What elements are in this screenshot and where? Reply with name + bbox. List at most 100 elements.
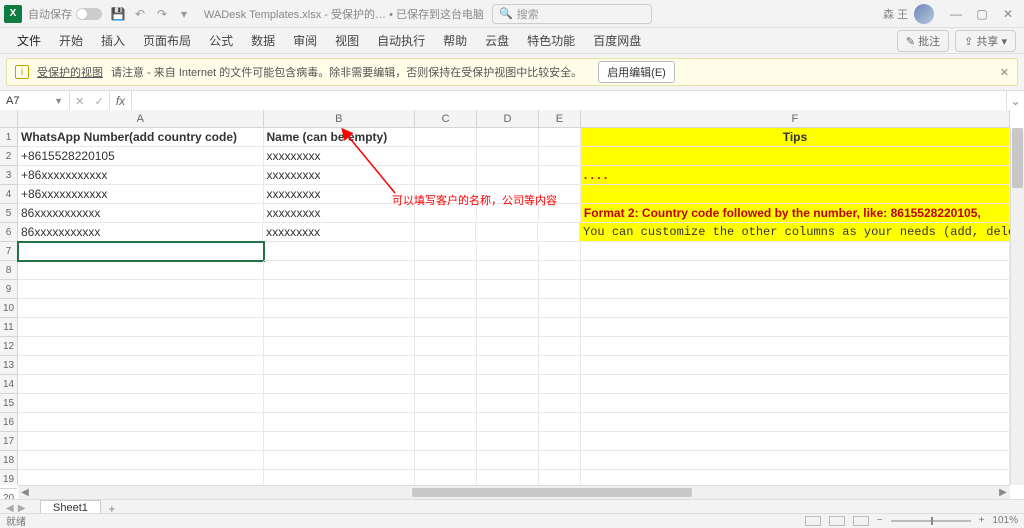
- cell-D1[interactable]: [477, 128, 539, 147]
- search-box[interactable]: 🔍 搜索: [492, 4, 652, 24]
- cell-B6[interactable]: xxxxxxxxx: [263, 223, 414, 242]
- cell[interactable]: [18, 299, 264, 318]
- cell[interactable]: [477, 318, 539, 337]
- tab-home[interactable]: 开始: [50, 28, 92, 54]
- col-header-C[interactable]: C: [415, 110, 477, 127]
- cell[interactable]: [477, 147, 539, 166]
- cell[interactable]: [539, 166, 581, 185]
- cell[interactable]: [581, 242, 1010, 261]
- cell[interactable]: [264, 394, 416, 413]
- cell[interactable]: [477, 375, 539, 394]
- cell[interactable]: [18, 318, 264, 337]
- row-header[interactable]: 12: [0, 337, 17, 356]
- tab-page-layout[interactable]: 页面布局: [134, 28, 200, 54]
- col-header-A[interactable]: A: [18, 110, 264, 127]
- cell[interactable]: [477, 166, 539, 185]
- tab-formulas[interactable]: 公式: [200, 28, 242, 54]
- cell-A5[interactable]: 86xxxxxxxxxxx: [18, 204, 264, 223]
- cell[interactable]: [581, 261, 1010, 280]
- row-header[interactable]: 1: [0, 128, 17, 147]
- cell[interactable]: [539, 147, 581, 166]
- cell[interactable]: [538, 223, 580, 242]
- cell[interactable]: [539, 318, 581, 337]
- cell[interactable]: [539, 375, 581, 394]
- cell[interactable]: [539, 337, 581, 356]
- tab-automate[interactable]: 自动执行: [368, 28, 434, 54]
- col-header-B[interactable]: B: [264, 110, 416, 127]
- cell[interactable]: [581, 413, 1010, 432]
- cell[interactable]: [539, 432, 581, 451]
- cell[interactable]: [581, 337, 1010, 356]
- cell[interactable]: [415, 261, 477, 280]
- cell[interactable]: [415, 451, 477, 470]
- cell[interactable]: [581, 299, 1010, 318]
- redo-icon[interactable]: ↷: [154, 7, 170, 21]
- cell-F1[interactable]: Tips: [581, 128, 1010, 147]
- cell[interactable]: [415, 242, 477, 261]
- zoom-out-icon[interactable]: −: [877, 515, 883, 526]
- row-header[interactable]: 13: [0, 356, 17, 375]
- cell[interactable]: [18, 261, 264, 280]
- cell-C1[interactable]: [415, 128, 477, 147]
- tab-help[interactable]: 帮助: [434, 28, 476, 54]
- tab-review[interactable]: 审阅: [284, 28, 326, 54]
- row-header[interactable]: 5: [0, 204, 17, 223]
- cell-F2[interactable]: [581, 147, 1010, 166]
- cell[interactable]: [477, 337, 539, 356]
- cell[interactable]: [264, 261, 416, 280]
- protected-view-close-icon[interactable]: ✕: [1000, 66, 1009, 79]
- cell[interactable]: [415, 413, 477, 432]
- row-header[interactable]: 16: [0, 413, 17, 432]
- enter-formula-icon[interactable]: ✓: [95, 95, 104, 108]
- toggle-off-icon[interactable]: [76, 8, 102, 20]
- cell-F4[interactable]: [581, 185, 1010, 204]
- scroll-left-icon[interactable]: ◀: [18, 487, 32, 498]
- comments-button[interactable]: ✎ 批注: [897, 30, 949, 52]
- cell-F6[interactable]: You can customize the other columns as y…: [580, 223, 1010, 242]
- cell-F3[interactable]: . . . .: [581, 166, 1010, 185]
- cell[interactable]: [415, 299, 477, 318]
- col-header-E[interactable]: E: [539, 110, 581, 127]
- cell[interactable]: [539, 261, 581, 280]
- cell[interactable]: [415, 166, 477, 185]
- cell[interactable]: [581, 356, 1010, 375]
- cell[interactable]: [539, 356, 581, 375]
- cell[interactable]: [18, 356, 264, 375]
- cell[interactable]: [477, 261, 539, 280]
- enable-editing-button[interactable]: 启用编辑(E): [598, 61, 675, 83]
- cell-F5[interactable]: Format 2: Country code followed by the n…: [581, 204, 1010, 223]
- cell[interactable]: [264, 299, 416, 318]
- cell[interactable]: [581, 394, 1010, 413]
- cell[interactable]: [581, 375, 1010, 394]
- tab-data[interactable]: 数据: [242, 28, 284, 54]
- tab-features[interactable]: 特色功能: [518, 28, 584, 54]
- horizontal-scrollbar[interactable]: ◀ ▶: [18, 485, 1010, 499]
- cell[interactable]: [581, 451, 1010, 470]
- row-header[interactable]: 4: [0, 185, 17, 204]
- tab-view[interactable]: 视图: [326, 28, 368, 54]
- cell[interactable]: [18, 432, 264, 451]
- page-break-view-icon[interactable]: [853, 516, 869, 526]
- row-header[interactable]: 10: [0, 299, 17, 318]
- cell[interactable]: [477, 413, 539, 432]
- cell[interactable]: [581, 432, 1010, 451]
- scroll-thumb[interactable]: [412, 488, 692, 497]
- row-header[interactable]: 19: [0, 470, 17, 489]
- cell-A7-selected[interactable]: [18, 242, 264, 261]
- share-button[interactable]: ⇪ 共享 ▾: [955, 30, 1016, 52]
- row-header[interactable]: 14: [0, 375, 17, 394]
- col-header-F[interactable]: F: [581, 110, 1010, 127]
- expand-formula-icon[interactable]: ⌄: [1006, 91, 1024, 111]
- cell[interactable]: [264, 242, 416, 261]
- cell[interactable]: [539, 280, 581, 299]
- cell-B3[interactable]: xxxxxxxxx: [264, 166, 416, 185]
- cell[interactable]: [18, 394, 264, 413]
- row-header[interactable]: 18: [0, 451, 17, 470]
- row-header[interactable]: 8: [0, 261, 17, 280]
- cell[interactable]: [539, 242, 581, 261]
- avatar[interactable]: [914, 4, 934, 24]
- cell[interactable]: [18, 375, 264, 394]
- cell[interactable]: [264, 432, 416, 451]
- cell[interactable]: [476, 223, 538, 242]
- autosave-toggle[interactable]: 自动保存: [28, 6, 102, 22]
